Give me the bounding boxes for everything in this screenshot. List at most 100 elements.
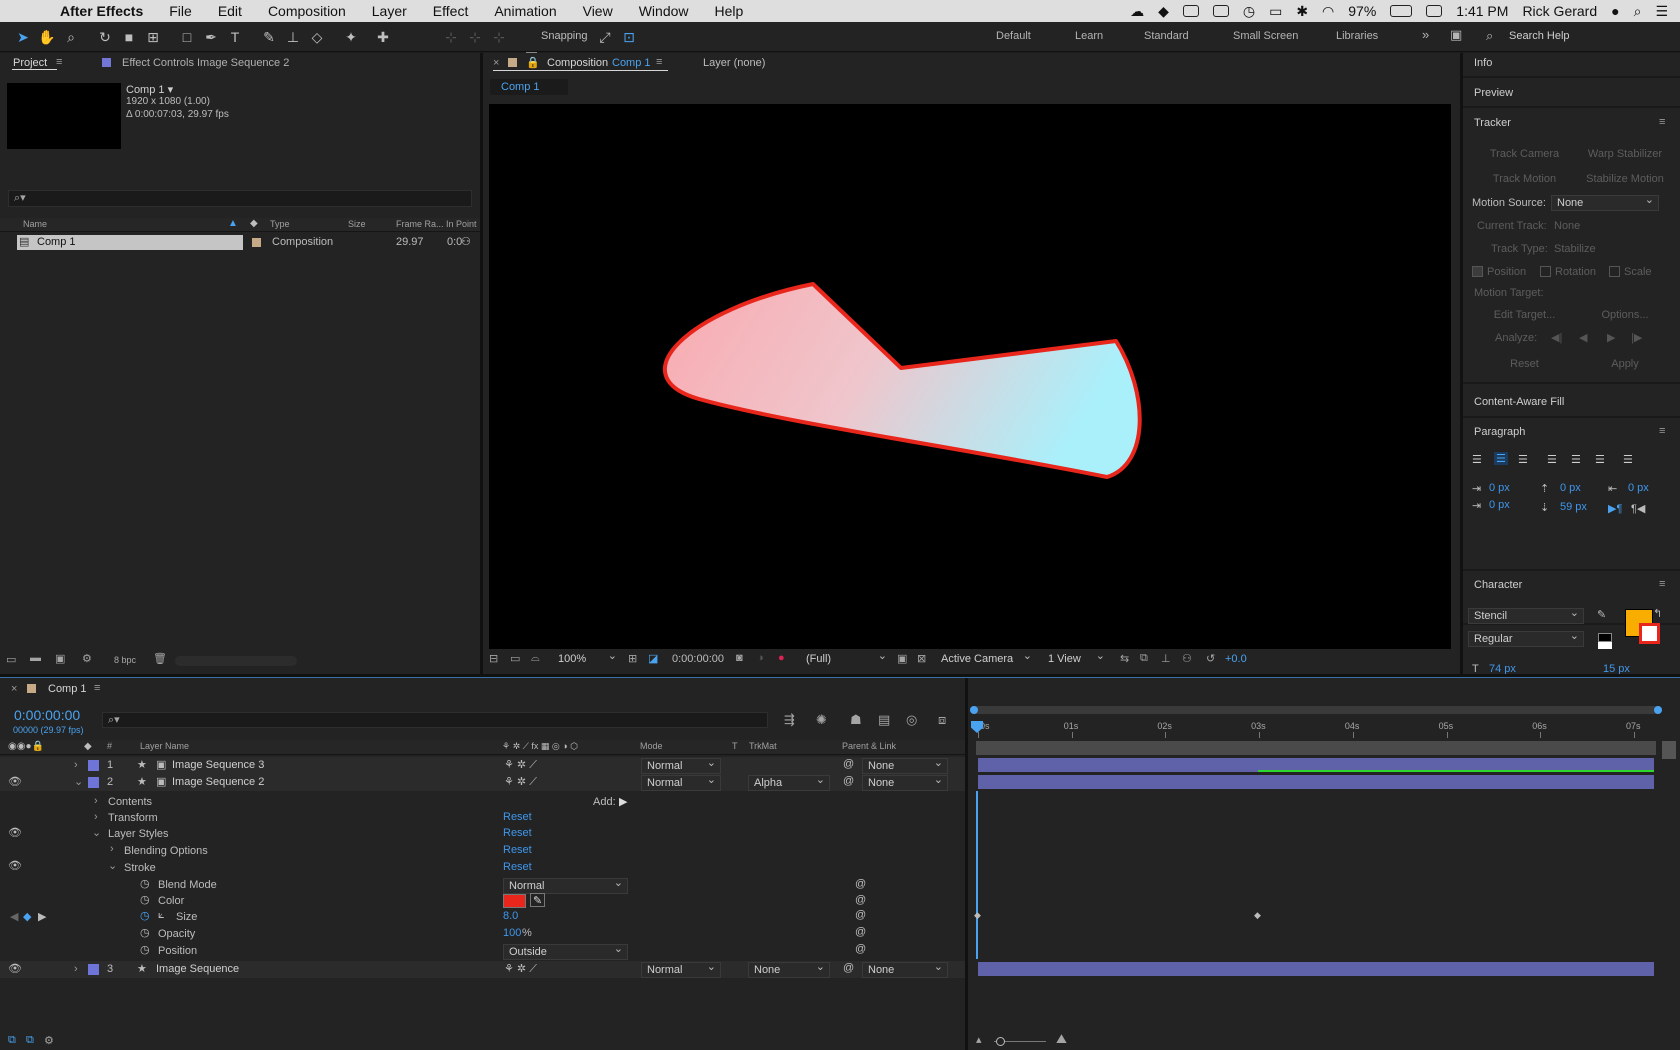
work-area-end[interactable] [1654, 706, 1662, 714]
opacity-stopwatch-icon[interactable]: ◷ [140, 926, 150, 939]
add-keyframe-icon[interactable]: ◆ [23, 910, 31, 923]
status-icon[interactable] [1182, 5, 1199, 17]
label-col-icon[interactable]: ◆ [250, 218, 258, 229]
motion-blur-icon[interactable]: ◎ [906, 712, 917, 728]
first-line-indent-value[interactable]: 0 px [1489, 499, 1510, 511]
parent-header[interactable]: Parent & Link [842, 741, 896, 751]
trkmat-header[interactable]: TrkMat [749, 741, 777, 751]
work-area-span[interactable] [976, 741, 1656, 755]
project-scrollbar[interactable] [175, 656, 297, 666]
av-features-icon[interactable]: ◉◉●🔒 [8, 741, 44, 752]
project-row-comp1[interactable]: ▤ Comp 1 Composition 29.97 0:0 ⚇ [0, 235, 480, 250]
fast-previews-icon[interactable]: ⧉ [1140, 652, 1148, 665]
space-after-value[interactable]: 59 px [1560, 501, 1587, 513]
time-zoom-thumb[interactable] [996, 1037, 1005, 1046]
col-name[interactable]: Name [23, 219, 47, 229]
menu-composition[interactable]: Composition [268, 3, 346, 19]
rtl-direction-icon[interactable]: ¶◀ [1631, 502, 1645, 515]
character-panel-header[interactable]: Character [1474, 579, 1522, 591]
layer-2-switches-icon[interactable]: ⚘ ✲ ⟋ [504, 775, 537, 789]
user-avatar-icon[interactable]: ● [1611, 3, 1619, 19]
indent-right-value[interactable]: 0 px [1628, 482, 1649, 494]
timeline-tab[interactable]: Comp 1 [48, 683, 87, 695]
comp-mini-flowchart-icon[interactable]: ⇶ [784, 712, 795, 728]
analyze-forward-frame-icon[interactable]: |▶ [1631, 331, 1642, 344]
track-camera-button[interactable]: Track Camera [1477, 148, 1572, 160]
composition-canvas[interactable] [489, 104, 1451, 649]
layer-1-parent-select[interactable]: None [862, 756, 948, 774]
menu-animation[interactable]: Animation [494, 3, 556, 19]
local-axis-icon[interactable]: ⊹ [442, 28, 460, 46]
layer-3-label[interactable] [88, 964, 99, 975]
size-value[interactable]: 8.0 [503, 910, 518, 922]
workspace-standard[interactable]: Standard [1144, 30, 1189, 42]
contents-prop[interactable]: Contents [108, 796, 152, 808]
align-center-icon[interactable]: ☰ [1494, 452, 1508, 465]
analyze-forward-icon[interactable]: ▶ [1607, 331, 1615, 344]
paragraph-panel-header[interactable]: Paragraph [1474, 426, 1525, 438]
size-expression-icon[interactable]: @ [855, 909, 866, 921]
add-menu-icon[interactable]: ▶ [619, 795, 627, 808]
layer-2-name[interactable]: Image Sequence 2 [172, 776, 264, 788]
analyze-back-frame-icon[interactable]: ◀| [1551, 331, 1562, 344]
layer-2-visibility-icon[interactable]: 👁 [8, 775, 22, 788]
layer-row-3[interactable]: 👁 › 3 ★ Image Sequence ⚘ ✲ ⟋ Normal None… [0, 960, 965, 978]
stroke-visibility-icon[interactable]: 👁 [8, 859, 22, 872]
blending-expand-icon[interactable]: › [110, 843, 114, 855]
show-snapshot-icon[interactable]: ◑ [757, 652, 764, 664]
mask-toggle-icon[interactable]: ◪ [648, 652, 658, 665]
color-stopwatch-icon[interactable]: ◷ [140, 893, 150, 906]
blend-mode-select[interactable]: Normal [503, 876, 628, 894]
swap-colors-icon[interactable]: ↰ [1653, 607, 1662, 620]
stroke-color-swatch[interactable] [1639, 623, 1660, 644]
rotation-checkbox[interactable] [1540, 266, 1551, 277]
eyedropper-icon[interactable]: ✎ [1597, 608, 1606, 621]
layer-2-mode-select[interactable]: Normal [641, 773, 721, 791]
creative-cloud-icon[interactable]: ☁ [1130, 3, 1144, 20]
info-panel-header[interactable]: Info [1474, 57, 1492, 69]
selection-tool-icon[interactable]: ➤ [14, 28, 32, 46]
shape-path[interactable] [663, 282, 1142, 479]
layer-styles-prop[interactable]: Layer Styles [108, 828, 169, 840]
transform-prop[interactable]: Transform [108, 812, 158, 824]
col-in-point[interactable]: In Point [446, 219, 477, 229]
workspace-small-screen[interactable]: Small Screen [1233, 30, 1298, 42]
always-preview-icon[interactable]: ⊟ [489, 652, 498, 665]
time-ruler[interactable]: 0s 01s 02s 03s 04s 05s 06s 07s [978, 719, 1654, 739]
clock[interactable]: 1:41 PM [1456, 3, 1508, 19]
exposure-value[interactable]: +0.0 [1225, 653, 1247, 665]
tracker-menu-icon[interactable]: ≡ [1659, 116, 1665, 128]
opacity-value[interactable]: 100 [503, 927, 521, 939]
draft-3d-icon[interactable]: ✺ [816, 712, 827, 728]
brush-tool-icon[interactable]: ✎ [260, 28, 278, 46]
character-menu-icon[interactable]: ≡ [1659, 578, 1665, 590]
layer-tab[interactable]: Layer (none) [703, 57, 765, 69]
layer-3-parent-select[interactable]: None [862, 960, 948, 978]
puppet-tool-icon[interactable]: ✚ [374, 28, 392, 46]
stroke-collapse-icon[interactable]: ⌄ [108, 859, 117, 872]
effect-controls-tab[interactable]: Effect Controls Image Sequence 2 [122, 57, 289, 69]
interpret-footage-icon[interactable]: ▭ [6, 653, 16, 666]
menu-edit[interactable]: Edit [218, 3, 242, 19]
notification-icon[interactable]: ☰ [1655, 3, 1668, 20]
warp-stabilizer-button[interactable]: Warp Stabilizer [1575, 148, 1675, 160]
space-before-value[interactable]: 0 px [1560, 482, 1581, 494]
lock-icon[interactable]: 🔒 [526, 56, 540, 69]
snapshot-icon[interactable]: ◙ [736, 652, 743, 664]
rotate-tool-icon[interactable]: ↻ [96, 28, 114, 46]
tracker-reset-button[interactable]: Reset [1477, 358, 1572, 370]
work-area-start[interactable] [970, 706, 978, 714]
menu-app[interactable]: After Effects [60, 3, 143, 19]
size-keyframe-2[interactable]: ◆ [1254, 910, 1261, 921]
pan-behind-tool-icon[interactable]: ⊞ [144, 28, 162, 46]
search-help-input[interactable]: Search Help [1509, 30, 1570, 42]
preview-panel-header[interactable]: Preview [1474, 87, 1513, 99]
label-header-icon[interactable]: ◆ [84, 741, 92, 752]
stroke-prop[interactable]: Stroke [124, 862, 156, 874]
bluetooth-icon[interactable]: ✱ [1296, 3, 1308, 20]
expand-layer-1-icon[interactable]: › [74, 759, 78, 771]
layer-switches-toggle-icon[interactable]: ⧉ [8, 1034, 16, 1047]
viewer-timecode[interactable]: 0:00:00:00 [672, 653, 724, 665]
scale-checkbox[interactable] [1609, 266, 1620, 277]
zoom-out-time-icon[interactable]: ▴ [976, 1033, 982, 1046]
